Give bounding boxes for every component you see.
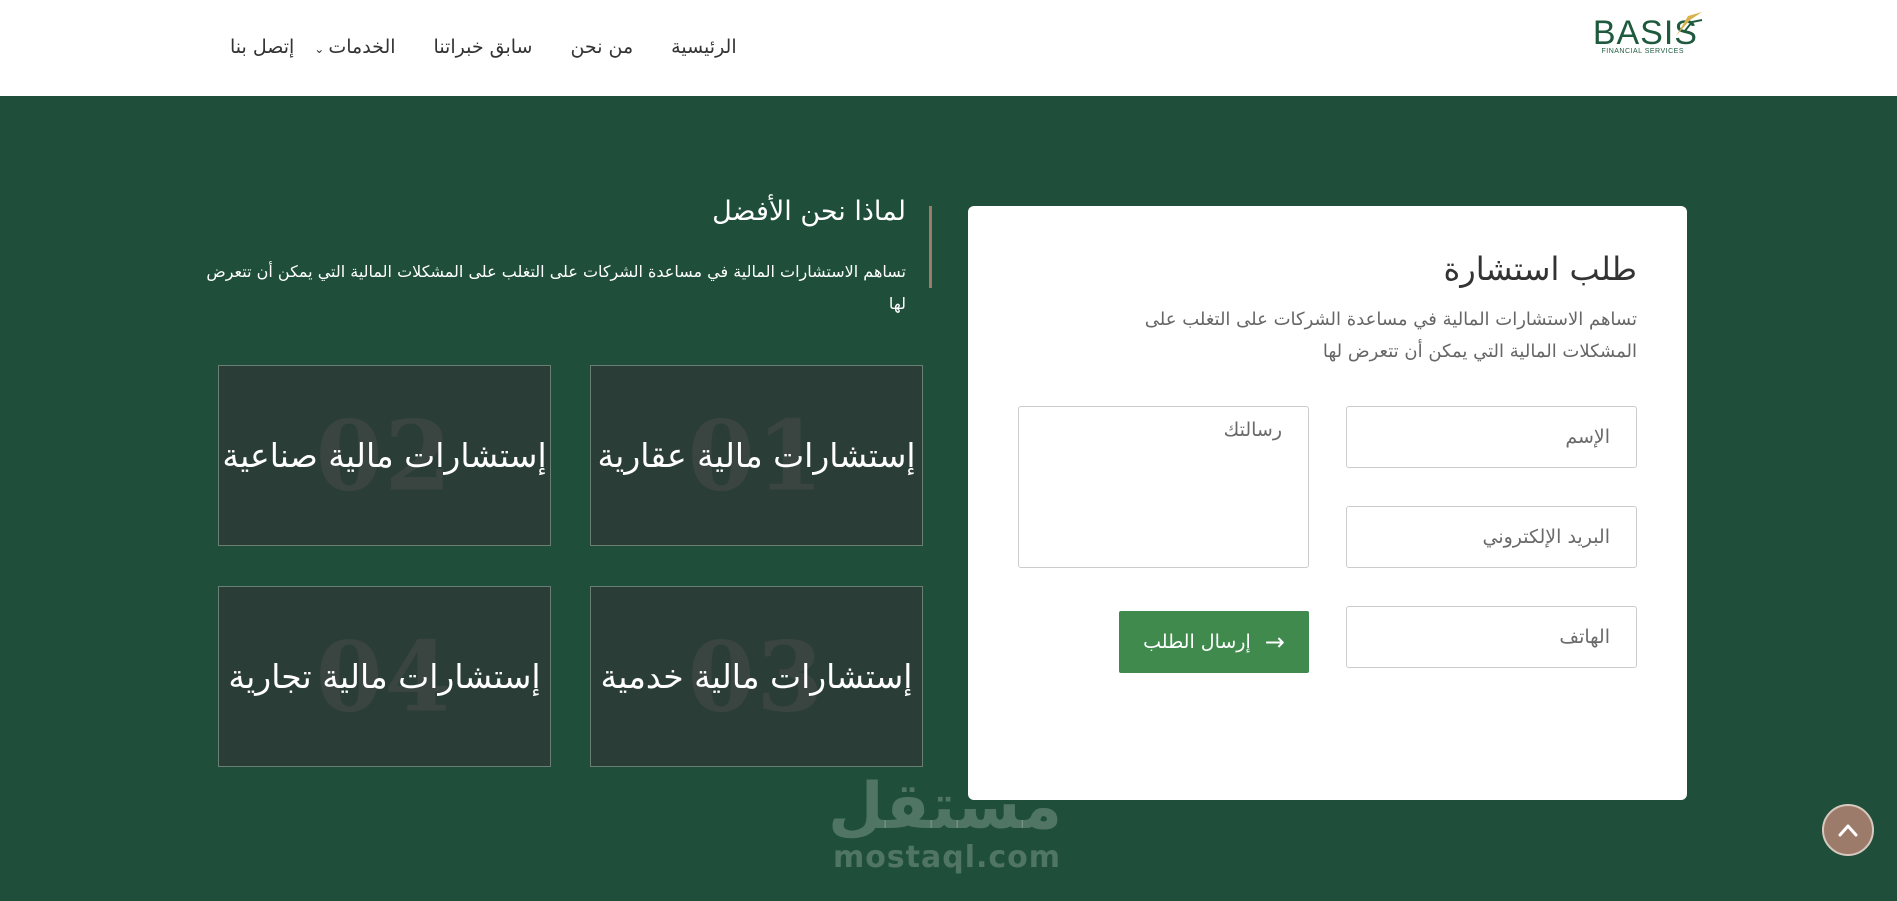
service-card-industrial[interactable]: 02 إستشارات مالية صناعية <box>218 365 551 546</box>
scroll-to-top-button[interactable] <box>1822 804 1874 856</box>
nav-contact[interactable]: إتصل بنا <box>230 36 294 58</box>
service-card-commercial[interactable]: 04 إستشارات مالية تجارية <box>218 586 551 767</box>
watermark-latin: mostaql.com <box>832 840 1062 875</box>
chevron-down-icon: ⌄ <box>314 42 325 56</box>
logo-swoosh-icon <box>1676 12 1703 36</box>
nav-services[interactable]: الخدمات⌄ <box>314 36 395 58</box>
arrow-right-icon: → <box>1264 628 1285 656</box>
nav-home[interactable]: الرئيسية <box>671 36 736 58</box>
submit-button[interactable]: → إرسال الطلب <box>1119 611 1309 673</box>
nav-services-label: الخدمات <box>328 36 396 58</box>
email-input[interactable] <box>1346 506 1637 568</box>
chevron-up-icon <box>1838 824 1858 837</box>
card-title: إستشارات مالية صناعية <box>222 436 547 475</box>
card-title: إستشارات مالية تجارية <box>228 657 541 696</box>
card-title: إستشارات مالية خدمية <box>600 657 913 696</box>
main-nav: الرئيسية من نحن سابق خبراتنا الخدمات⌄ إت… <box>230 32 737 62</box>
nav-portfolio[interactable]: سابق خبراتنا <box>434 36 533 58</box>
site-header: BASIS FINANCIAL SERVICES الرئيسية من نحن… <box>0 0 1897 96</box>
card-title: إستشارات مالية عقارية <box>597 436 916 475</box>
nav-about[interactable]: من نحن <box>570 36 633 58</box>
why-us-title: لماذا نحن الأفضل <box>712 196 906 227</box>
service-card-real-estate[interactable]: 01 إستشارات مالية عقارية <box>590 365 923 546</box>
section-accent-bar <box>929 206 932 288</box>
watermark-arabic: مستقل <box>827 770 1062 844</box>
name-input[interactable] <box>1346 406 1637 468</box>
message-textarea[interactable] <box>1018 406 1309 568</box>
phone-input[interactable] <box>1346 606 1637 668</box>
form-title: طلب استشارة <box>1443 250 1637 288</box>
brand-logo[interactable]: BASIS FINANCIAL SERVICES <box>1586 4 1708 58</box>
form-description: تساهم الاستشارات المالية في مساعدة الشرك… <box>1144 309 1637 362</box>
watermark: مستقل mostaql.com <box>827 770 1062 875</box>
consultation-form: طلب استشارة تساهم الاستشارات المالية في … <box>968 206 1687 800</box>
service-card-services[interactable]: 03 إستشارات مالية خدمية <box>590 586 923 767</box>
submit-label: إرسال الطلب <box>1143 631 1251 653</box>
why-us-text: تساهم الاستشارات المالية في مساعدة الشرك… <box>206 262 906 313</box>
brand-tagline: FINANCIAL SERVICES <box>1601 48 1684 55</box>
